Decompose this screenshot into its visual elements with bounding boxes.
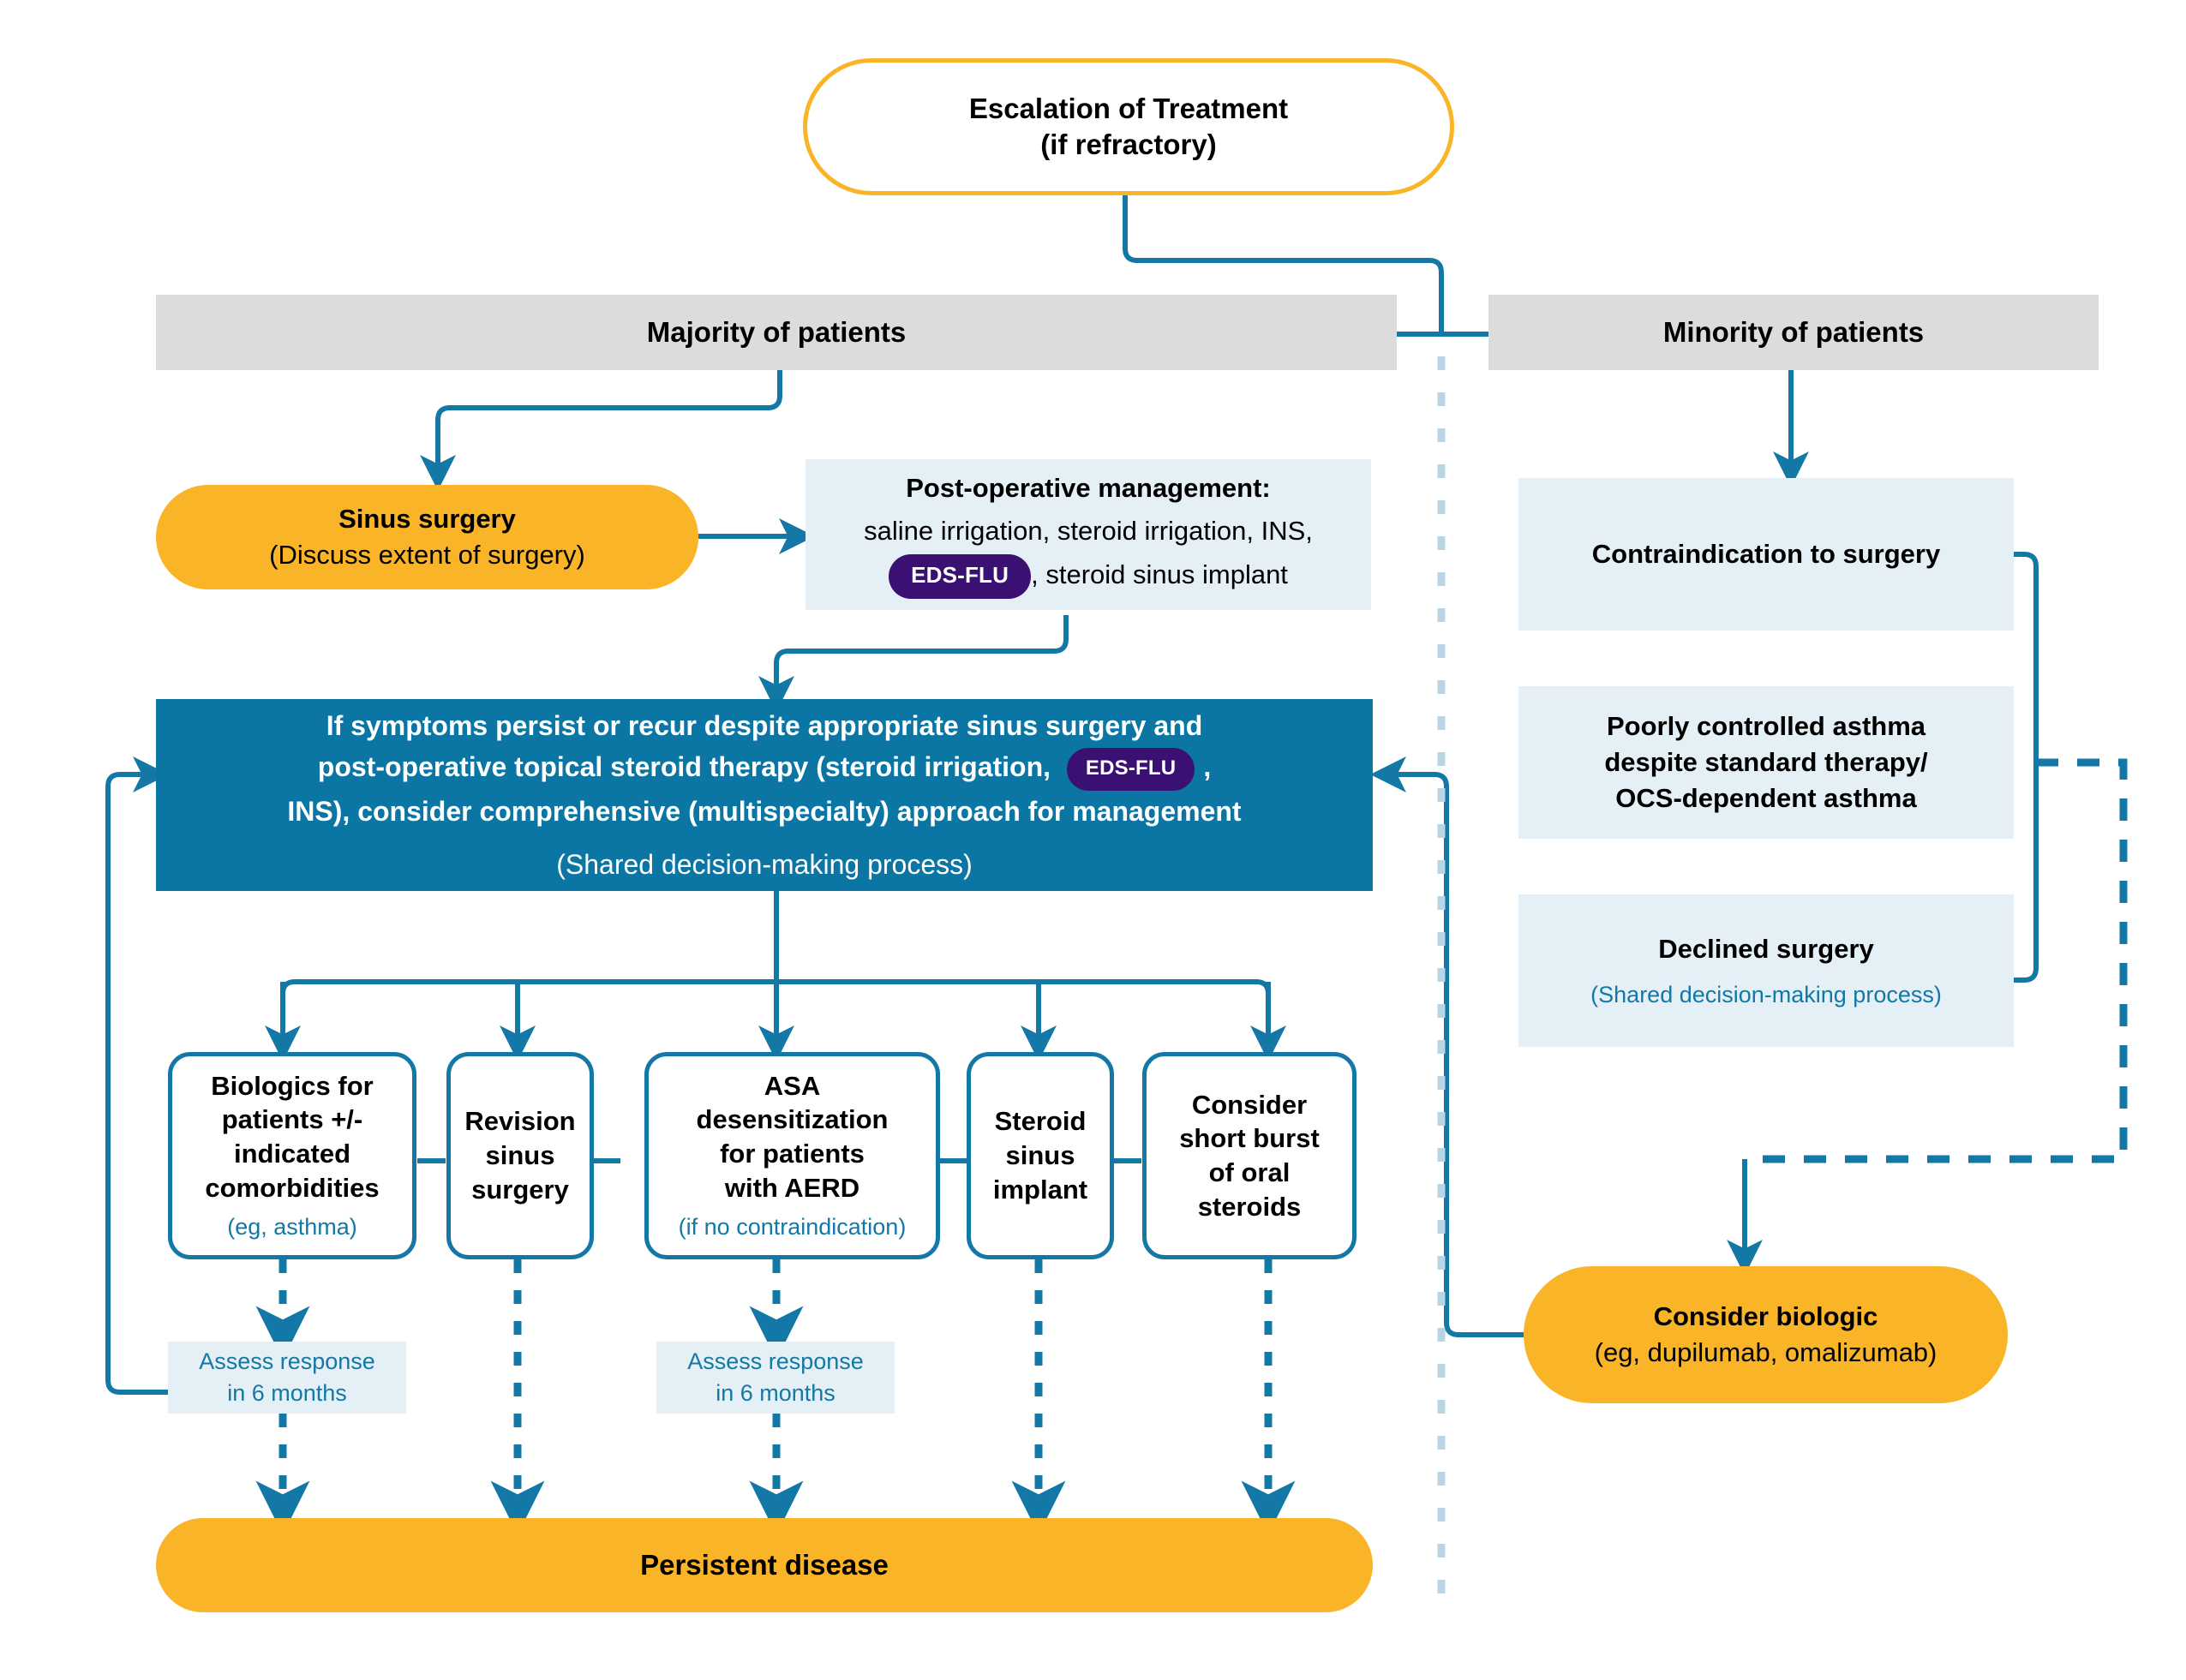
option-4-line-2: of oral [1208,1157,1291,1187]
option-1-line-2: surgery [471,1174,569,1205]
node-assess-response-asa[interactable]: Assess response in 6 months [656,1342,895,1414]
consider-biologic-subtitle: (eg, dupilumab, omalizumab) [1594,1337,1937,1367]
post-op-line-1: saline irrigation, steroid irrigation, I… [864,516,1313,547]
node-contraindication-to-surgery[interactable]: Contraindication to surgery [1518,478,2014,631]
node-assess-response-biologics[interactable]: Assess response in 6 months [168,1342,406,1414]
node-option-biologics[interactable]: Biologics for patients +/- indicated com… [168,1052,416,1259]
option-2-line-3: with AERD [724,1172,860,1203]
option-0-line-0: Biologics for [211,1070,374,1101]
node-sinus-surgery[interactable]: Sinus surgery (Discuss extent of surgery… [156,485,698,589]
node-option-short-burst-oral-steroids[interactable]: Consider short burst of oral steroids [1142,1052,1357,1259]
post-op-title: Post-operative management: [906,473,1271,504]
option-0-line-2: indicated [233,1138,351,1169]
option-0-line-1: patients +/- [221,1104,363,1135]
option-2-line-2: for patients [720,1138,865,1169]
assess-2-line-1: Assess response [687,1348,864,1375]
band-majority-of-patients: Majority of patients [156,295,1397,370]
reason-1-line-1: despite standard therapy/ [1604,746,1928,777]
escalation-title: Escalation of Treatment [968,92,1289,124]
node-persistent-disease[interactable]: Persistent disease [156,1518,1373,1612]
node-consider-biologic[interactable]: Consider biologic (eg, dupilumab, omaliz… [1524,1266,2008,1403]
option-0-subtitle: (eg, asthma) [227,1214,357,1241]
option-3-line-0: Steroid [994,1106,1087,1137]
option-1-line-1: sinus [485,1140,555,1171]
option-2-line-0: ASA [764,1070,821,1101]
persist-line-3: INS), consider comprehensive (multispeci… [287,795,1242,827]
node-option-asa-desensitization[interactable]: ASA desensitization for patients with AE… [644,1052,940,1259]
sinus-surgery-subtitle: (Discuss extent of surgery) [269,540,585,570]
consider-biologic-title: Consider biologic [1653,1300,1878,1331]
option-3-line-1: sinus [1005,1140,1075,1171]
reason-2-subtitle: (Shared decision-making process) [1590,981,1942,1007]
post-op-line-2-tail: , steroid sinus implant [1031,559,1288,590]
node-option-steroid-sinus-implant[interactable]: Steroid sinus implant [967,1052,1114,1259]
persist-line-2-post: , [1203,751,1212,783]
persistent-disease-label: Persistent disease [640,1548,889,1581]
option-4-line-0: Consider [1191,1089,1308,1120]
node-escalation-of-treatment[interactable]: Escalation of Treatment (if refractory) [803,58,1454,195]
persist-line-2-pre: post-operative topical steroid therapy (… [317,751,1051,783]
option-4-line-1: short burst [1179,1123,1320,1154]
band-minority-label: Minority of patients [1662,315,1925,348]
persist-subtitle: (Shared decision-making process) [556,848,973,880]
option-4-line-3: steroids [1197,1191,1302,1222]
reason-0-line-0: Contraindication to surgery [1591,538,1941,569]
post-op-line-2: EDS-FLU, steroid sinus implant [889,554,1288,599]
node-post-operative-management[interactable]: Post-operative management: saline irriga… [806,459,1371,610]
assess-1-line-2: in 6 months [227,1380,347,1406]
node-symptoms-persist[interactable]: If symptoms persist or recur despite app… [156,699,1373,891]
band-minority-of-patients: Minority of patients [1488,295,2099,370]
reason-1-line-0: Poorly controlled asthma [1606,710,1926,741]
option-1-line-0: Revision [464,1106,576,1137]
node-option-revision-sinus-surgery[interactable]: Revision sinus surgery [446,1052,594,1259]
flowchart-canvas: Escalation of Treatment (if refractory) … [0,0,2186,1680]
reason-1-line-2: OCS-dependent asthma [1615,783,1917,814]
eds-flu-badge-persist[interactable]: EDS-FLU [1066,747,1195,791]
reason-2-line-0: Declined surgery [1658,933,1874,964]
option-3-line-2: implant [992,1174,1088,1205]
escalation-subtitle: (if refractory) [1040,129,1217,160]
option-2-subtitle: (if no contraindication) [678,1214,907,1241]
persist-line-2: post-operative topical steroid therapy (… [318,746,1211,791]
node-declined-surgery[interactable]: Declined surgery (Shared decision-making… [1518,894,2014,1047]
node-poorly-controlled-asthma[interactable]: Poorly controlled asthma despite standar… [1518,686,2014,839]
persist-line-1: If symptoms persist or recur despite app… [326,710,1203,742]
assess-1-line-1: Assess response [199,1348,375,1375]
assess-2-line-2: in 6 months [716,1380,835,1406]
band-majority-label: Majority of patients [646,315,907,348]
option-2-line-1: desensitization [696,1104,889,1135]
sinus-surgery-title: Sinus surgery [338,503,516,534]
option-0-line-3: comorbidities [205,1172,380,1203]
eds-flu-badge-postop[interactable]: EDS-FLU [889,554,1032,599]
